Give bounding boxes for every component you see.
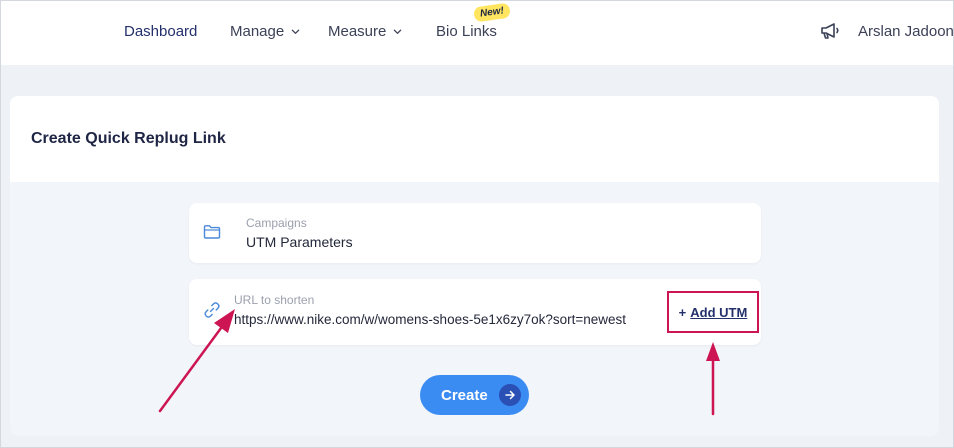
nav-measure[interactable]: Measure [328,23,402,40]
url-input[interactable]: https://www.nike.com/w/womens-shoes-5e1x… [234,312,626,327]
url-field[interactable]: URL to shorten https://www.nike.com/w/wo… [189,279,761,345]
nav-manage-label: Manage [230,23,285,40]
chevron-down-icon [394,29,402,34]
campaign-value: UTM Parameters [246,234,353,250]
new-badge: New! [473,2,511,23]
link-icon [204,302,220,318]
arrow-right-icon [498,384,521,406]
add-utm-prefix: + [678,304,687,320]
chevron-down-icon [291,29,300,34]
campaign-select[interactable]: Campaigns UTM Parameters [189,203,761,263]
campaign-label: Campaigns [246,216,307,230]
nav-manage[interactable]: Manage [230,23,300,40]
nav-bio-links-label: Bio Links [436,23,497,40]
nav-dashboard-label: Dashboard [124,23,198,40]
quick-link-card: Create Quick Replug Link Campaigns UTM P… [10,96,939,436]
nav-measure-label: Measure [328,23,387,40]
folder-icon [203,225,221,239]
add-utm-button[interactable]: + Add UTM [667,291,759,333]
top-navigation: Dashboard Manage Measure Bio Links New! … [0,0,954,65]
url-label: URL to shorten [234,293,315,307]
card-title: Create Quick Replug Link [31,130,226,147]
create-button-label: Create [441,386,488,404]
nav-dashboard[interactable]: Dashboard [124,23,197,40]
add-utm-label: Add UTM [690,304,748,320]
user-name[interactable]: Arslan Jadoon [858,23,954,40]
megaphone-icon[interactable] [819,21,841,41]
nav-bio-links[interactable]: Bio Links [436,23,497,40]
create-button[interactable]: Create [420,375,529,415]
card-header: Create Quick Replug Link [10,96,939,182]
